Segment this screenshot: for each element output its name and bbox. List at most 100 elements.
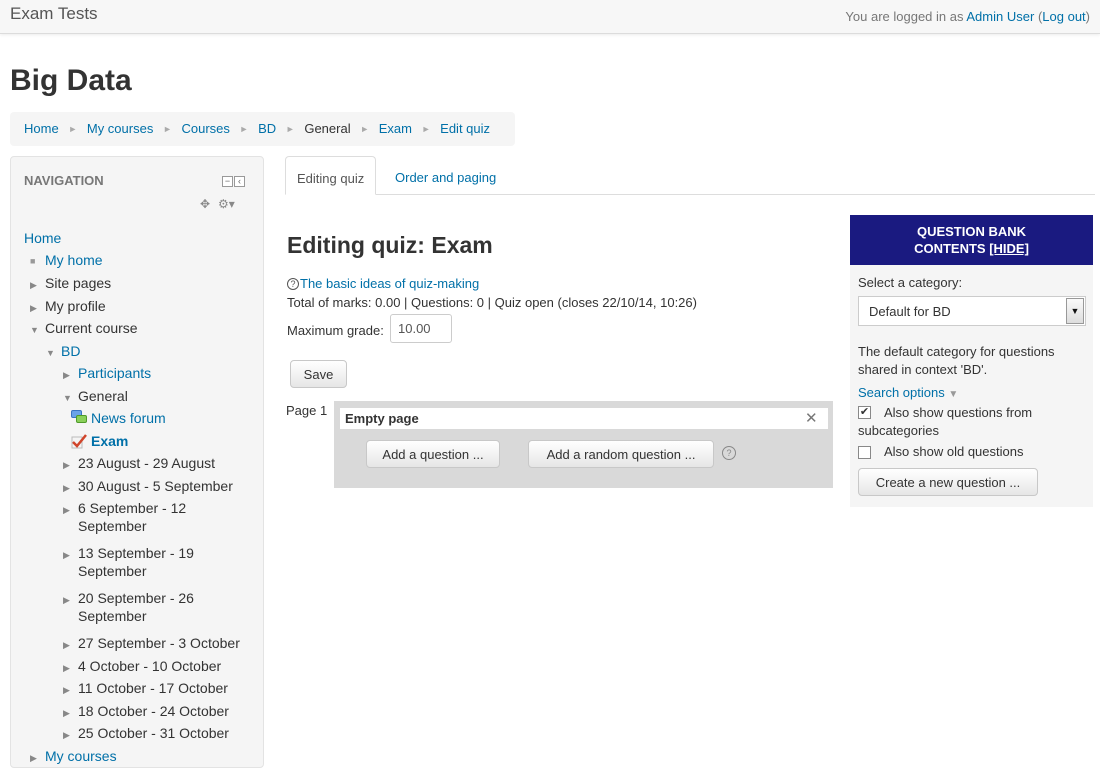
user-profile-link[interactable]: Admin User [966,9,1034,24]
question-bank-header: QUESTION BANK CONTENTS [HIDE] [850,215,1093,265]
nav-item-week[interactable]: ▶ 30 August - 5 September [63,477,233,495]
site-name-link[interactable]: Exam Tests [10,4,98,24]
breadcrumb-bd[interactable]: BD [258,121,276,136]
breadcrumb-separator-icon: ► [285,124,295,134]
logout-link[interactable]: Log out [1042,9,1085,24]
old-questions-checkbox[interactable] [858,446,871,459]
nav-item-week[interactable]: ▶ 23 August - 29 August [63,454,215,472]
create-new-question-button[interactable]: Create a new question ... [858,468,1038,496]
hide-question-bank-link[interactable]: [HIDE] [989,241,1029,256]
quiz-checkmark-icon [71,433,87,449]
breadcrumb-exam[interactable]: Exam [379,121,412,136]
add-random-question-button[interactable]: Add a random question ... [528,440,714,468]
search-options-toggle[interactable]: Search options ▼ [858,385,958,400]
dock-block-icon[interactable]: ‹ [234,176,245,187]
category-select[interactable]: Default for BD ▼ [858,296,1086,326]
add-question-button[interactable]: Add a question ... [366,440,500,468]
question-bank-title-line: QUESTION BANK [916,224,1027,239]
save-button[interactable]: Save [290,360,347,388]
nav-item-label: 6 September - 12 September [78,500,187,534]
nav-item-my-profile[interactable]: ▶ My profile [30,297,106,315]
nav-item-label: 27 September - 3 October [78,635,240,651]
maximum-grade-input[interactable] [390,314,452,343]
tab-editing-quiz[interactable]: Editing quiz [285,156,377,195]
maximum-grade-label: Maximum grade: [287,323,384,338]
nav-item-home[interactable]: Home [24,229,61,247]
nav-item-week[interactable]: ▶ 27 September - 3 October [63,634,240,652]
breadcrumb-separator-icon: ► [68,124,78,134]
course-title: Big Data [10,64,132,97]
nav-item-label: 4 October - 10 October [78,658,222,674]
nav-item-news-forum[interactable]: News forum [71,409,166,427]
nav-item-label[interactable]: Exam [91,433,128,449]
category-select-value: Default for BD [869,304,951,319]
nav-item-label[interactable]: My courses [45,748,117,764]
nav-item-label: 13 September - 19 September [78,545,194,579]
nav-item-bd[interactable]: ▼ BD [46,342,80,360]
nav-item-week[interactable]: ▶ 6 September - 12 September [63,499,243,535]
dropdown-arrow-icon[interactable]: ▼ [1066,298,1084,324]
logged-in-text: You are logged in as [845,9,964,24]
select-category-label: Select a category: [858,275,963,290]
gear-menu-icon[interactable]: ⚙▾ [218,197,235,211]
collapsed-triangle-icon: ▶ [63,483,70,493]
expanded-triangle-icon: ▼ [30,325,39,335]
breadcrumb-separator-icon: ► [162,124,172,134]
collapsed-triangle-icon: ▶ [30,303,37,313]
chevron-down-icon: ▼ [948,389,959,400]
nav-item-label: 11 October - 17 October [78,680,228,696]
quiz-status-info: Total of marks: 0.00 | Questions: 0 | Qu… [287,295,697,310]
nav-item-week[interactable]: ▶ 20 September - 26 September [63,589,243,625]
close-icon[interactable]: ✕ [805,409,818,427]
nav-item-label: 20 September - 26 September [78,590,194,624]
quiz-help-link-label[interactable]: The basic ideas of quiz-making [300,276,479,291]
collapsed-triangle-icon: ▶ [30,753,37,763]
subcategories-label: Also show questions from subcategories [858,405,1033,438]
nav-item-label[interactable]: News forum [91,410,166,426]
breadcrumb-courses[interactable]: Courses [182,121,230,136]
help-icon[interactable]: ? [722,446,736,460]
nav-item-label[interactable]: Home [24,230,61,246]
breadcrumb-edit-quiz[interactable]: Edit quiz [440,121,490,136]
nav-item-exam[interactable]: Exam [71,432,128,450]
question-bank-title-line: CONTENTS [HIDE] [850,240,1093,257]
nav-item-label: My profile [45,298,106,314]
quiz-help-link[interactable]: ? The basic ideas of quiz-making [287,276,479,291]
login-info: You are logged in as Admin User (Log out… [845,9,1090,24]
nav-item-my-home[interactable]: ■ My home [30,251,103,269]
collapsed-triangle-icon: ▶ [63,460,70,470]
tab-order-and-paging[interactable]: Order and paging [384,156,507,195]
nav-item-label: Current course [45,320,138,336]
nav-item-my-courses[interactable]: ▶ My courses [30,747,117,765]
collapsed-triangle-icon: ▶ [63,708,70,718]
move-icon[interactable]: ✥ [200,197,210,211]
nav-item-week[interactable]: ▶ 25 October - 31 October [63,724,229,742]
nav-item-week[interactable]: ▶ 18 October - 24 October [63,702,229,720]
nav-item-week[interactable]: ▶ 11 October - 17 October [63,679,228,697]
nav-item-current-course[interactable]: ▼ Current course [30,319,138,337]
nav-item-week[interactable]: ▶ 4 October - 10 October [63,657,221,675]
forum-icon [71,410,87,425]
help-icon: ? [287,278,299,290]
collapsed-triangle-icon: ▶ [63,640,70,650]
nav-item-label[interactable]: Participants [78,365,151,381]
breadcrumb-my-courses[interactable]: My courses [87,121,153,136]
nav-item-label[interactable]: My home [45,252,103,268]
block-controls: − ‹ [222,175,245,187]
nav-item-label: 25 October - 31 October [78,725,229,741]
question-bank-title-contents: CONTENTS [914,241,986,256]
breadcrumb-separator-icon: ► [239,124,249,134]
old-questions-label: Also show old questions [884,444,1024,459]
collapsed-triangle-icon: ▶ [63,595,70,605]
nav-item-site-pages[interactable]: ▶ Site pages [30,274,111,292]
tab-bar: Editing quiz Order and paging [285,156,1095,195]
breadcrumb-home[interactable]: Home [24,121,59,136]
collapse-block-icon[interactable]: − [222,176,233,187]
nav-item-general[interactable]: ▼ General [63,387,128,405]
nav-item-label[interactable]: BD [61,343,80,359]
nav-item-label: 30 August - 5 September [78,478,233,494]
nav-item-week[interactable]: ▶ 13 September - 19 September [63,544,243,580]
breadcrumb: Home ► My courses ► Courses ► BD ► Gener… [10,112,515,146]
search-options-link[interactable]: Search options [858,385,945,400]
nav-item-participants[interactable]: ▶ Participants [63,364,151,382]
